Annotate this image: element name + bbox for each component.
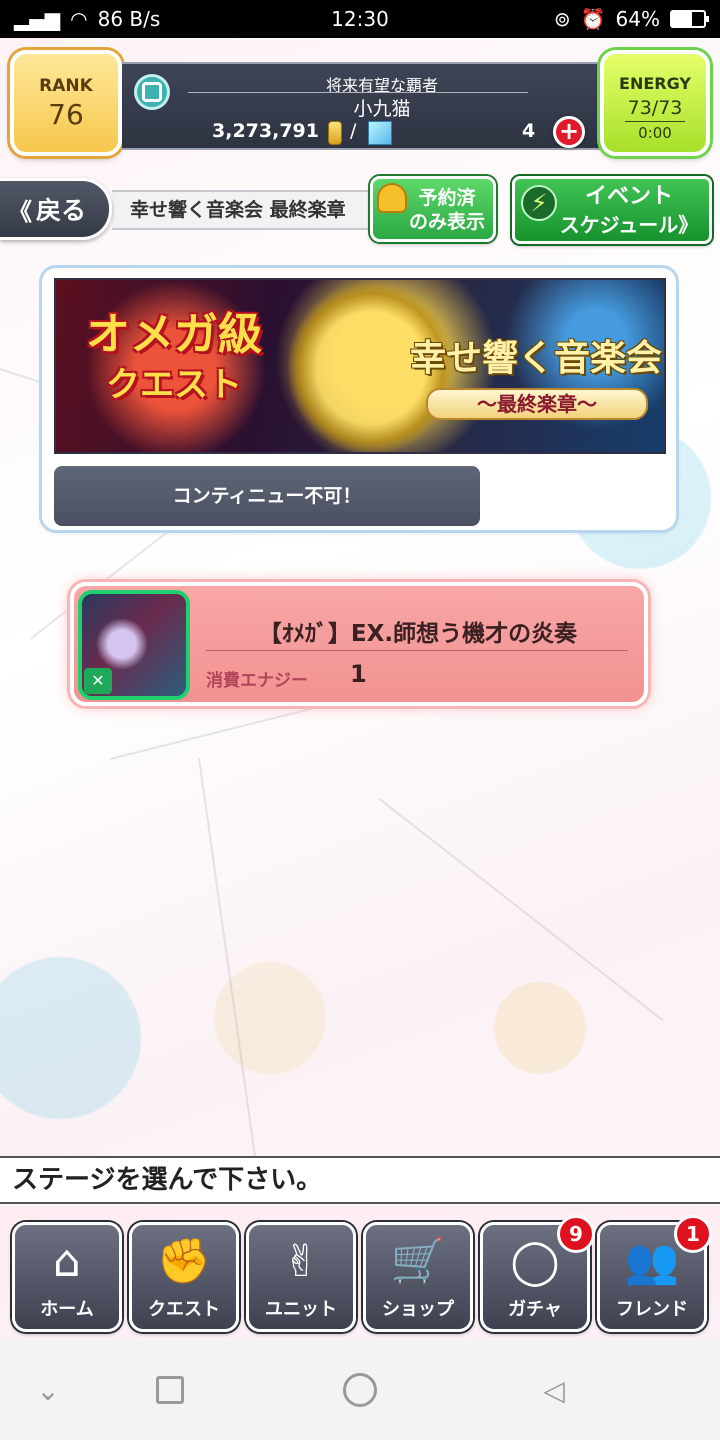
tab-home-label: ホーム <box>40 1299 94 1320</box>
handshake-icon: ✊ <box>156 1236 212 1287</box>
gem-count: 4 <box>522 120 536 142</box>
alarm-icon: ⏰ <box>580 7 606 31</box>
tab-quest[interactable]: ✊ クエスト <box>129 1222 239 1332</box>
bell-icon <box>377 183 407 213</box>
tab-home[interactable]: ⌂ ホーム <box>12 1222 122 1332</box>
no-continue-notice: コンティニュー不可！ <box>54 466 480 526</box>
reserved-line1: 予約済 <box>418 187 476 209</box>
tab-quest-label: クエスト <box>148 1299 220 1320</box>
currency-separator: / <box>350 120 357 142</box>
tab-shop-label: ショップ <box>382 1299 454 1320</box>
gem-icon <box>368 121 392 145</box>
schedule-line2: スケジュール》 <box>559 213 699 237</box>
battery-percent: 64% <box>615 7 660 31</box>
battery-icon <box>670 10 709 28</box>
reserved-line2: のみ表示 <box>408 211 485 233</box>
tab-unit[interactable]: ✌ ユニット <box>246 1222 356 1332</box>
reserved-only-button[interactable]: 予約済 のみ表示 <box>370 176 496 242</box>
home-icon: ⌂ <box>53 1236 81 1287</box>
stage-select-prompt: ステージを選んで下さい。 <box>0 1156 720 1204</box>
title-divider <box>188 92 528 93</box>
tab-gacha-label: ガチャ <box>508 1299 562 1320</box>
status-right: ⊚ ⏰ 64% <box>553 7 709 31</box>
background-line <box>198 758 259 1175</box>
back-button[interactable]: 《 戻る <box>0 178 112 240</box>
energy-box[interactable]: ENERGY 73/73 0:00 <box>600 50 710 156</box>
energy-timer: 0:00 <box>638 124 672 142</box>
player-name: 小九猫 <box>353 98 411 120</box>
energy-divider <box>625 121 685 122</box>
currency-row: 3,273,791 / 4 <box>122 118 602 146</box>
wifi-icon: ◠ <box>70 7 88 31</box>
gacha-notification-badge: 9 <box>557 1215 595 1253</box>
back-nav-button[interactable]: ◁ <box>534 1370 574 1410</box>
energy-cost-value: 1 <box>350 660 367 688</box>
energy-label: ENERGY <box>619 74 691 93</box>
battery-fill <box>672 12 693 26</box>
event-title: 幸せ響く音楽会 最終楽章 <box>112 190 382 230</box>
android-nav-bar: ⌄ ◁ <box>0 1340 720 1440</box>
lightning-icon: ⚡ <box>521 185 557 221</box>
energy-cost-label: 消費エナジー <box>206 671 308 691</box>
stage-thumbnail: ✕ <box>78 590 190 700</box>
energy-value: 73/73 <box>627 97 683 119</box>
status-left: ▂▄▆ ◠ 86 B/s <box>14 7 160 31</box>
event-logo-subtitle: 〜最終楽章〜 <box>426 388 648 420</box>
status-bar: ▂▄▆ ◠ 86 B/s 12:30 ⊚ ⏰ 64% <box>0 0 720 38</box>
home-circle-icon <box>343 1373 377 1407</box>
event-banner-card: オメガ級 クエスト 幸せ響く音楽会 〜最終楽章〜 コンティニュー不可！ <box>42 268 676 530</box>
event-logo-title: 幸せ響く音楽会 <box>409 337 662 379</box>
stage-divider <box>206 650 628 651</box>
tab-friend-label: フレンド <box>616 1299 688 1320</box>
event-banner-image[interactable]: オメガ級 クエスト 幸せ響く音楽会 〜最終楽章〜 <box>54 278 666 454</box>
lock-rotation-icon: ⊚ <box>553 7 571 31</box>
player-status-icon <box>134 74 170 110</box>
network-speed: 86 B/s <box>97 7 161 31</box>
schedule-line1: イベント <box>584 184 673 209</box>
friend-notification-badge: 1 <box>674 1215 712 1253</box>
rank-box: RANK 76 <box>10 50 122 156</box>
stage-title: 【ｵﾒｶﾞ】EX.師想う機才の炎奏 <box>258 621 578 647</box>
tab-friend[interactable]: 👥 フレンド 1 <box>597 1215 712 1332</box>
shopping-cart-icon: 🛒 <box>390 1236 446 1287</box>
tab-unit-label: ユニット <box>265 1299 337 1320</box>
collapse-icon[interactable]: ⌄ <box>28 1370 68 1410</box>
tab-shop[interactable]: 🛒 ショップ <box>363 1222 473 1332</box>
event-schedule-button[interactable]: ⚡ イベント スケジュール》 <box>512 176 712 244</box>
background-line <box>378 798 664 1022</box>
signal-icon: ▂▄▆ <box>14 7 61 31</box>
recents-button[interactable] <box>150 1370 190 1410</box>
rank-value: 76 <box>48 98 84 131</box>
omega-quest-logo: オメガ級 クエスト <box>64 310 284 410</box>
back-label: 戻る <box>36 196 87 225</box>
add-gems-button[interactable]: + <box>553 116 585 148</box>
omega-logo-line2: クエスト <box>106 365 242 405</box>
omega-logo-line1: オメガ級 <box>86 309 262 360</box>
back-chevron-icon: 《 <box>8 197 32 226</box>
stage-list-item[interactable]: ✕ 【ｵﾒｶﾞ】EX.師想う機才の炎奏 消費エナジー 1 <box>70 582 648 706</box>
coin-icon <box>328 121 342 145</box>
bottom-tab-bar: ⌂ ホーム ✊ クエスト ✌ ユニット 🛒 ショップ ◯ ガチャ 9 👥 フレン… <box>0 1206 720 1340</box>
bunny-icon: ✌ <box>282 1236 320 1287</box>
coin-count: 3,273,791 <box>212 120 319 142</box>
tab-gacha[interactable]: ◯ ガチャ 9 <box>480 1215 595 1332</box>
player-panel[interactable]: 将来有望な覇者 小九猫 3,273,791 / 4 <box>122 62 602 150</box>
attribute-icon: ✕ <box>84 668 112 694</box>
rank-label: RANK <box>39 76 93 96</box>
home-button[interactable] <box>340 1370 380 1410</box>
recents-icon <box>156 1376 184 1404</box>
